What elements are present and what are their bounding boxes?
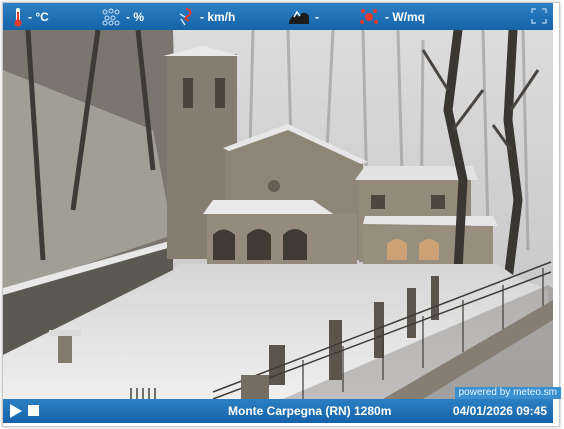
temperature-stat: - °C bbox=[13, 3, 49, 30]
humidity-stat: - % bbox=[101, 3, 144, 30]
stop-button[interactable] bbox=[28, 405, 39, 416]
weather-bar: - °C - % - km/h - - W/mq bbox=[3, 3, 553, 30]
wind-value: - km/h bbox=[200, 9, 236, 24]
radiation-value: - W/mq bbox=[385, 9, 425, 24]
location-label: Monte Carpegna (RN) 1280m bbox=[228, 404, 392, 418]
webcam-image bbox=[3, 30, 553, 399]
pressure-value: - bbox=[315, 9, 319, 24]
thermometer-icon bbox=[14, 7, 22, 26]
wind-stat: - km/h bbox=[177, 3, 235, 30]
play-button[interactable] bbox=[9, 404, 23, 418]
fullscreen-icon[interactable] bbox=[531, 8, 547, 24]
wind-icon bbox=[179, 7, 192, 25]
credit-link[interactable]: powered by meteo.sm bbox=[454, 387, 561, 399]
humidity-value: - % bbox=[126, 9, 144, 24]
pressure-icon bbox=[289, 10, 309, 24]
snowy-church-scene bbox=[3, 30, 553, 399]
droplets-icon bbox=[102, 8, 120, 25]
timestamp-label: 04/01/2026 09:45 bbox=[452, 404, 547, 418]
solar-radiation-icon bbox=[360, 8, 378, 24]
radiation-stat: - W/mq bbox=[358, 3, 425, 30]
caption-bar: Monte Carpegna (RN) 1280m 04/01/2026 09:… bbox=[3, 399, 553, 423]
pressure-stat: - bbox=[288, 3, 319, 30]
temperature-value: - °C bbox=[28, 9, 49, 24]
